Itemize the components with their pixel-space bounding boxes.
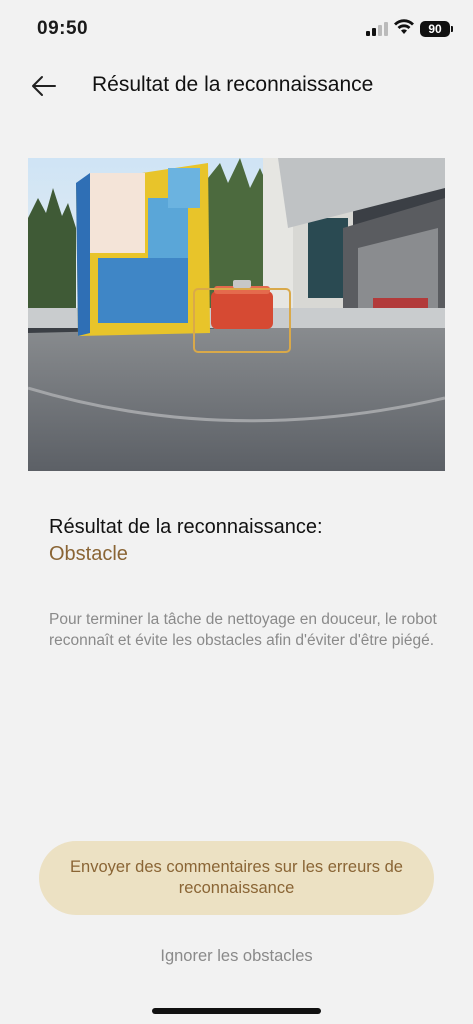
recognition-photo [28, 158, 445, 471]
send-feedback-button[interactable]: Envoyer des commentaires sur les erreurs… [39, 841, 434, 915]
back-button[interactable] [28, 70, 60, 102]
ignore-obstacles-button[interactable]: Ignorer les obstacles [0, 947, 473, 966]
home-indicator[interactable] [152, 1008, 321, 1014]
header: Résultat de la reconnaissance [0, 60, 473, 112]
page-title: Résultat de la reconnaissance [92, 73, 374, 96]
wifi-icon [393, 18, 415, 36]
arrow-left-icon [32, 76, 56, 96]
status-bar: 09:50 90 [0, 0, 473, 60]
battery-icon: 90 [420, 21, 453, 37]
result-value: Obstacle [49, 543, 128, 565]
result-label: Résultat de la reconnaissance: [49, 516, 323, 538]
status-time: 09:50 [37, 18, 89, 39]
cellular-signal-icon [366, 22, 388, 36]
result-description: Pour terminer la tâche de nettoyage en d… [49, 611, 437, 649]
